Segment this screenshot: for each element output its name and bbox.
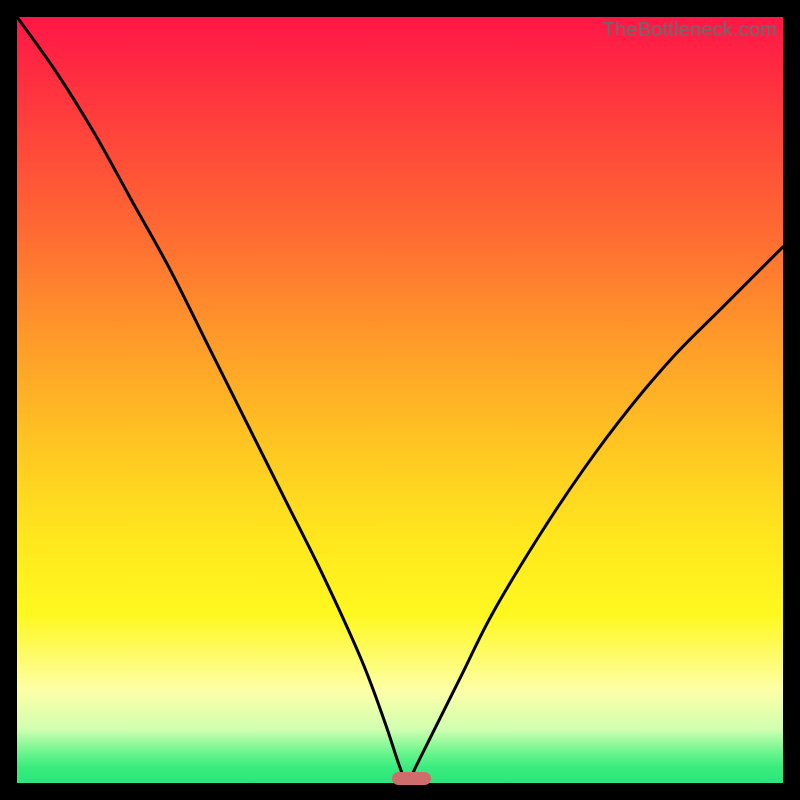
chart-frame: TheBottleneck.com [0, 0, 800, 800]
plot-area: TheBottleneck.com [17, 17, 783, 783]
bottleneck-curve [17, 17, 783, 783]
minimum-marker [392, 772, 430, 785]
